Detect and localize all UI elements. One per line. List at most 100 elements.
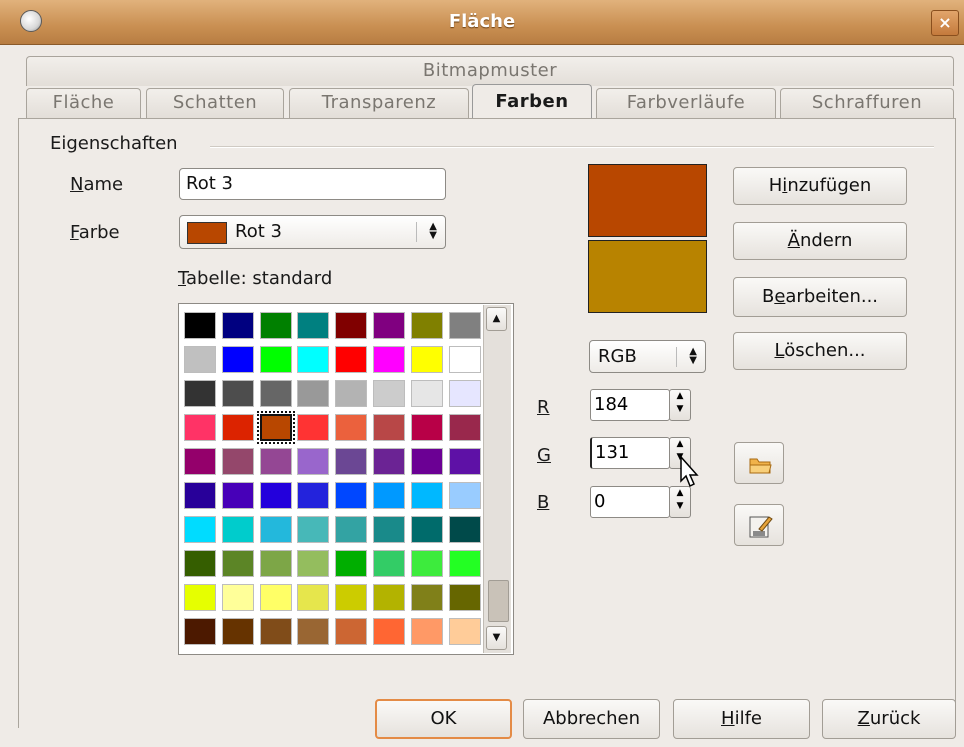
palette-cell[interactable] [411,346,443,373]
palette-cell[interactable] [222,482,254,509]
palette-cell[interactable] [222,550,254,577]
palette-cell[interactable] [449,380,481,407]
palette-cell[interactable] [222,618,254,645]
add-button[interactable]: Hinzufügen [733,167,907,205]
palette-cell[interactable] [449,448,481,475]
palette-cell[interactable] [184,448,216,475]
close-button[interactable]: × [931,10,959,36]
palette-cell[interactable] [257,411,295,444]
palette-cell[interactable] [411,516,443,543]
palette-cell[interactable] [373,414,405,441]
palette-cell[interactable] [449,584,481,611]
back-button[interactable]: Zurück [822,699,956,739]
palette-cell[interactable] [373,550,405,577]
tab-schraffuren[interactable]: Schraffuren [780,88,954,118]
tab-schatten[interactable]: Schatten [146,88,284,118]
tab-flaeche[interactable]: Fläche [26,88,141,118]
palette-cell[interactable] [335,312,367,339]
palette-cell[interactable] [222,516,254,543]
name-input[interactable]: Rot 3 [179,168,446,200]
palette-cell[interactable] [222,312,254,339]
palette-cell[interactable] [260,584,292,611]
palette-cell[interactable] [260,448,292,475]
palette-cell[interactable] [411,482,443,509]
scroll-down-icon[interactable]: ▼ [486,626,507,650]
palette-cell[interactable] [260,550,292,577]
ok-button[interactable]: OK [375,699,512,739]
palette-cell[interactable] [335,516,367,543]
palette-cell[interactable] [449,346,481,373]
g-input[interactable]: 131 [590,437,670,469]
palette-cell[interactable] [297,380,329,407]
palette-cell[interactable] [335,346,367,373]
palette-cell[interactable] [373,448,405,475]
r-spinner[interactable]: ▲ ▼ [669,389,691,421]
palette-cell[interactable] [449,550,481,577]
palette-cell[interactable] [411,312,443,339]
tab-bitmapmuster[interactable]: Bitmapmuster [26,56,954,86]
palette-cell[interactable] [373,516,405,543]
palette-cell[interactable] [222,414,254,441]
palette-cell[interactable] [297,346,329,373]
load-palette-button[interactable] [734,442,784,484]
palette-cell[interactable] [184,550,216,577]
palette-cell[interactable] [260,346,292,373]
palette-scrollbar[interactable]: ▲ ▼ [483,305,511,653]
tab-transparenz[interactable]: Transparenz [289,88,469,118]
palette-cell[interactable] [184,346,216,373]
delete-button[interactable]: Löschen... [733,332,907,370]
b-input[interactable]: 0 [590,486,670,518]
palette-cell[interactable] [184,414,216,441]
color-select[interactable]: Rot 3 ▲ ▼ [179,215,446,249]
palette-cell[interactable] [373,482,405,509]
palette-cell[interactable] [260,618,292,645]
help-button[interactable]: Hilfe [673,699,810,739]
palette-cell[interactable] [184,482,216,509]
palette-cell[interactable] [184,584,216,611]
palette-cell[interactable] [373,584,405,611]
palette-cell[interactable] [260,482,292,509]
palette-cell[interactable] [297,550,329,577]
palette-cell[interactable] [297,516,329,543]
palette-cell[interactable] [449,482,481,509]
palette-cell[interactable] [184,312,216,339]
cancel-button[interactable]: Abbrechen [523,699,660,739]
palette-cell[interactable] [335,550,367,577]
palette-cell[interactable] [373,380,405,407]
palette-cell[interactable] [297,414,329,441]
palette-cell[interactable] [297,584,329,611]
edit-button[interactable]: Bearbeiten... [733,277,907,317]
palette-cell[interactable] [411,584,443,611]
palette-cell[interactable] [260,312,292,339]
palette-cell[interactable] [297,482,329,509]
palette-cell[interactable] [373,346,405,373]
palette-cell[interactable] [411,550,443,577]
scroll-thumb[interactable] [488,580,509,622]
palette-cell[interactable] [335,618,367,645]
tab-farben[interactable]: Farben [472,84,592,119]
r-input[interactable]: 184 [590,389,670,421]
palette-cell[interactable] [411,448,443,475]
palette-cell[interactable] [411,380,443,407]
save-palette-button[interactable] [734,504,784,546]
palette-cell[interactable] [297,618,329,645]
palette-cell[interactable] [297,448,329,475]
palette-cell[interactable] [335,482,367,509]
palette-cell[interactable] [260,380,292,407]
palette-cell[interactable] [373,312,405,339]
color-model-select[interactable]: RGB ▲ ▼ [589,340,706,373]
palette-cell[interactable] [449,516,481,543]
palette-cell[interactable] [449,312,481,339]
palette-cell[interactable] [335,380,367,407]
palette-cell[interactable] [335,414,367,441]
tab-farbverlaeufe[interactable]: Farbverläufe [596,88,776,118]
palette-cell[interactable] [449,414,481,441]
palette-cell[interactable] [222,380,254,407]
palette-cell[interactable] [222,346,254,373]
modify-button[interactable]: Ändern [733,222,907,260]
palette-cell[interactable] [449,618,481,645]
palette-cell[interactable] [184,618,216,645]
palette-cell[interactable] [411,414,443,441]
palette-cell[interactable] [260,516,292,543]
palette-cell[interactable] [297,312,329,339]
